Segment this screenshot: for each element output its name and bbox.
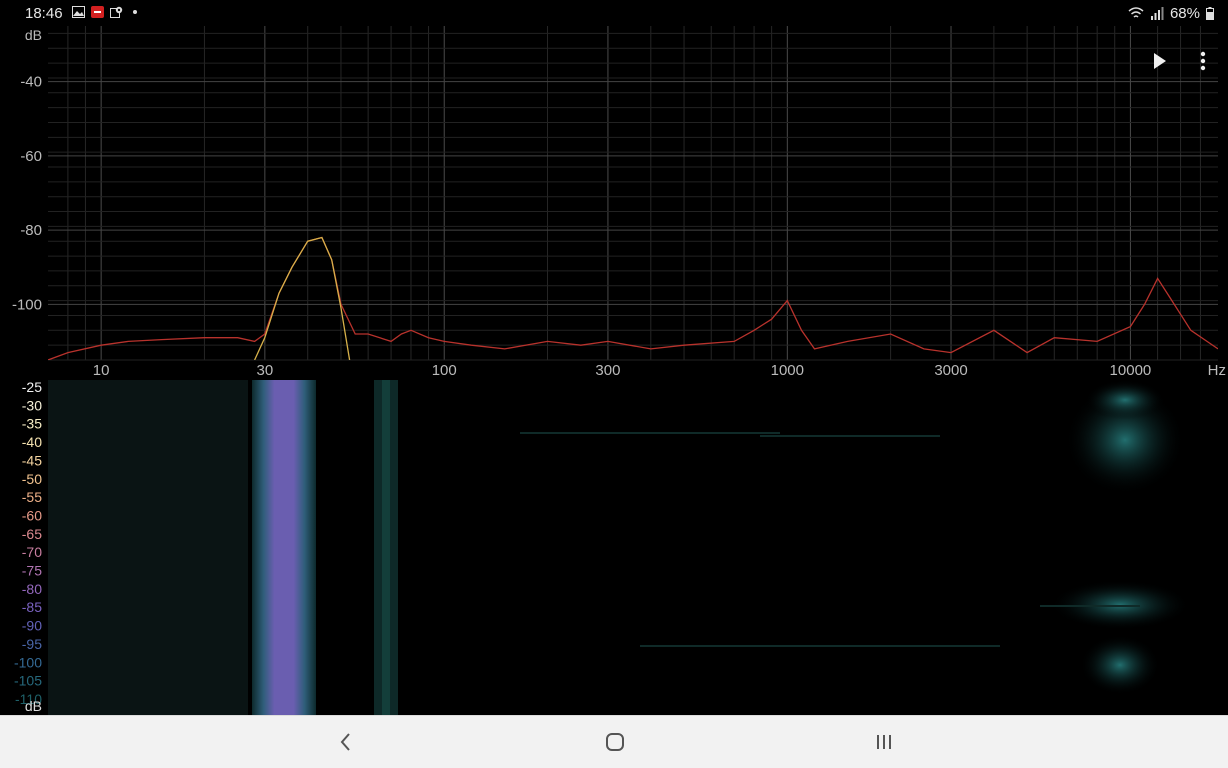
spectrogram-scale-label: -100 <box>14 654 42 670</box>
status-time: 18:46 <box>25 5 63 22</box>
x-axis-unit: Hz <box>1208 362 1226 379</box>
dot-icon <box>133 10 137 14</box>
spectrogram-scale-unit: dB <box>25 698 42 714</box>
spectrogram-scale-label: -95 <box>22 636 42 652</box>
y-tick-label: -100 <box>12 296 42 313</box>
spectrogram-scale-label: -70 <box>22 544 42 560</box>
more-options-button[interactable] <box>1194 48 1212 74</box>
x-tick-label: 300 <box>595 362 620 379</box>
spectrogram-scale-label: -45 <box>22 452 42 468</box>
status-bar: 18:46 68% <box>0 0 1228 26</box>
play-icon <box>1154 53 1166 69</box>
spectrogram-scale-label: -50 <box>22 471 42 487</box>
spectrogram-scale-label: -90 <box>22 618 42 634</box>
status-icons-right: 68% <box>1128 5 1214 22</box>
back-button[interactable] <box>326 726 366 758</box>
spectrogram-scale-label: -30 <box>22 397 42 413</box>
spectrogram-band-main <box>252 380 316 715</box>
home-button[interactable] <box>595 726 635 758</box>
play-button[interactable] <box>1147 48 1173 74</box>
y-tick-label: -40 <box>20 74 42 91</box>
spectrogram-scale-label: -85 <box>22 599 42 615</box>
x-tick-label: 30 <box>256 362 273 379</box>
spectrogram-scale-label: -105 <box>14 673 42 689</box>
spectrogram-streak <box>760 435 940 437</box>
y-axis-unit: dB <box>25 27 42 43</box>
back-chevron-icon <box>340 733 350 751</box>
y-tick-label: -60 <box>20 148 42 165</box>
spectrogram-scale-label: -65 <box>22 526 42 542</box>
location-icon <box>110 6 123 18</box>
x-tick-label: 1000 <box>771 362 804 379</box>
x-tick-label: 3000 <box>934 362 967 379</box>
spectrogram-scale-label: -40 <box>22 434 42 450</box>
app-notification-icon <box>91 6 104 18</box>
recents-icon <box>877 735 891 749</box>
spectrogram-streak <box>520 432 780 434</box>
spectrogram-scale-label: -35 <box>22 416 42 432</box>
x-tick-label: 100 <box>432 362 457 379</box>
more-vert-icon <box>1200 51 1206 71</box>
battery-icon <box>1206 7 1214 20</box>
spectrogram-streak <box>1040 605 1140 607</box>
navigation-bar <box>0 715 1228 768</box>
y-tick-label: -80 <box>20 222 42 239</box>
spectrogram-noise-region <box>48 380 248 715</box>
home-icon <box>606 733 624 751</box>
x-tick-label: 10000 <box>1110 362 1152 379</box>
signal-icon <box>1150 7 1164 20</box>
spectrogram-highfreq-spot <box>1085 380 1165 420</box>
spectrum-plot[interactable]: -40 -60 -80 -100 dB 10 30 100 300 1000 3000 10000 Hz <box>0 26 1228 380</box>
spectrogram-canvas: -25 -30 -35 -40 -45 -50 -55 -60 -65 -70 -75 -80 -85 -… <box>0 379 1228 715</box>
spectrogram-streak <box>640 645 1000 647</box>
spectrum-grid <box>48 26 1218 361</box>
wifi-icon <box>1128 7 1144 18</box>
spectrogram-scale-label: -80 <box>22 581 42 597</box>
spectrogram-band-secondary-core <box>382 380 390 715</box>
spectrogram-scale-label: -75 <box>22 563 42 579</box>
recents-button[interactable] <box>864 726 904 758</box>
spectrogram-highfreq-spot <box>1080 635 1160 695</box>
spectrogram[interactable]: -25 -30 -35 -40 -45 -50 -55 -60 -65 -70 -75 -80 -85 -… <box>0 379 1228 715</box>
status-icons-left <box>72 6 142 18</box>
x-tick-label: 10 <box>93 362 110 379</box>
gallery-icon <box>72 6 85 18</box>
battery-percent: 68% <box>1169 5 1200 22</box>
spectrogram-scale-label: -55 <box>22 489 42 505</box>
spectrogram-scale-label: -60 <box>22 507 42 523</box>
spectrogram-scale-label: -25 <box>22 380 42 395</box>
